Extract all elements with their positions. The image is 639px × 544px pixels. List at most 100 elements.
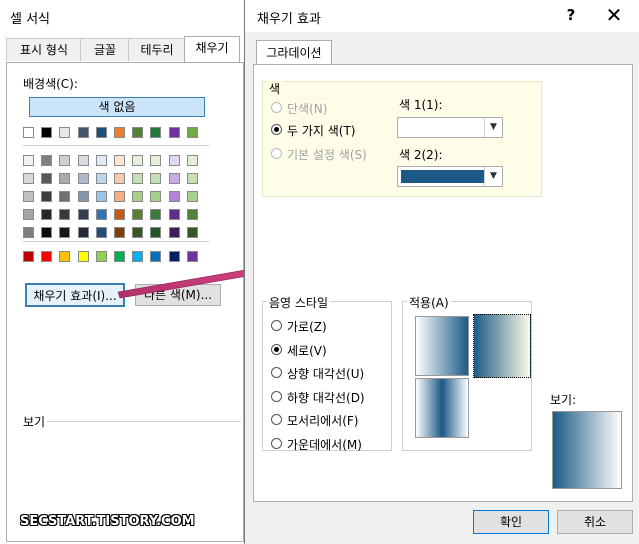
color-swatch[interactable] xyxy=(132,173,144,184)
color-swatch[interactable] xyxy=(59,227,71,238)
color-swatch[interactable] xyxy=(114,155,125,166)
close-button[interactable]: ✕ xyxy=(601,4,627,26)
sample-divider xyxy=(47,421,241,422)
color-swatch[interactable] xyxy=(150,191,162,202)
color-swatch[interactable] xyxy=(168,127,180,138)
color-swatch[interactable] xyxy=(168,155,180,166)
color-swatch[interactable] xyxy=(77,191,89,202)
color-swatch[interactable] xyxy=(77,251,89,262)
color-swatch[interactable] xyxy=(23,127,34,138)
color-swatch[interactable] xyxy=(132,227,144,238)
tab-number[interactable]: 표시 형식 xyxy=(6,38,82,61)
color-swatch[interactable] xyxy=(168,227,180,238)
ok-button[interactable]: 확인 xyxy=(473,510,549,534)
color-swatch[interactable] xyxy=(41,209,53,220)
shading-style-label: 가운데에서(M) xyxy=(287,437,362,452)
color-swatch[interactable] xyxy=(186,209,198,220)
color-swatch[interactable] xyxy=(59,191,71,202)
color-swatch[interactable] xyxy=(114,227,125,238)
color-swatch[interactable] xyxy=(168,191,180,202)
help-button[interactable]: ? xyxy=(561,4,581,26)
color-swatch[interactable] xyxy=(114,209,125,220)
variant-1[interactable] xyxy=(415,316,469,376)
shading-style-radio[interactable] xyxy=(271,320,282,331)
color-swatch[interactable] xyxy=(95,155,107,166)
color-swatch[interactable] xyxy=(23,251,34,262)
color-swatch[interactable] xyxy=(77,227,89,238)
no-color-button[interactable]: 색 없음 xyxy=(29,97,205,117)
color-swatch[interactable] xyxy=(41,173,53,184)
color-swatch[interactable] xyxy=(150,227,162,238)
tab-font[interactable]: 글꼴 xyxy=(80,38,130,61)
color-swatch[interactable] xyxy=(168,209,180,220)
color-swatch[interactable] xyxy=(168,173,180,184)
color-swatch[interactable] xyxy=(77,127,89,138)
color-swatch[interactable] xyxy=(41,155,53,166)
color-swatch[interactable] xyxy=(77,209,89,220)
color-swatch[interactable] xyxy=(150,127,162,138)
two-colors-radio[interactable] xyxy=(271,124,282,135)
color2-swatch xyxy=(401,170,485,183)
variant-2-selected[interactable] xyxy=(473,314,531,378)
color-swatch[interactable] xyxy=(23,155,34,166)
color-swatch[interactable] xyxy=(132,127,144,138)
shading-style-radio[interactable] xyxy=(271,367,282,378)
gradient-tab-panel: 색 단색(N) 두 가지 색(T) 기본 설정 색(S) 색 1(1): ▼ 색… xyxy=(253,64,633,502)
color-swatch[interactable] xyxy=(41,191,53,202)
title-bar: 채우기 효과 ? ✕ xyxy=(245,0,639,32)
color-swatch[interactable] xyxy=(186,173,198,184)
shading-style-radio[interactable] xyxy=(271,437,282,449)
color-swatch[interactable] xyxy=(77,173,89,184)
color-swatch[interactable] xyxy=(23,227,34,238)
color2-dropdown[interactable]: ▼ xyxy=(397,166,503,187)
cancel-button[interactable]: 취소 xyxy=(557,510,633,534)
shading-styles-group: 음영 스타일 가로(Z) 세로(V) 상향 대각선(U) 하향 대각선(D) 모서리에서… xyxy=(262,294,392,452)
color-swatch[interactable] xyxy=(41,127,53,138)
tab-border[interactable]: 테두리 xyxy=(128,38,186,61)
color-swatch[interactable] xyxy=(150,209,162,220)
color-swatch[interactable] xyxy=(150,173,162,184)
color-swatch[interactable] xyxy=(150,155,162,166)
color-swatch[interactable] xyxy=(59,173,71,184)
shading-style-radio[interactable] xyxy=(271,390,282,402)
color-swatch[interactable] xyxy=(23,209,34,220)
color-swatch[interactable] xyxy=(114,191,125,202)
variant-3[interactable] xyxy=(415,378,469,438)
color1-label: 색 1(1): xyxy=(399,98,443,112)
color-swatch[interactable] xyxy=(114,127,125,138)
color-swatch[interactable] xyxy=(59,209,71,220)
color-swatch[interactable] xyxy=(132,209,144,220)
color-swatch[interactable] xyxy=(186,127,198,138)
color-swatch[interactable] xyxy=(41,251,53,262)
color-swatch[interactable] xyxy=(186,155,198,166)
shading-style-radio[interactable] xyxy=(271,414,282,425)
color2-label: 색 2(2): xyxy=(399,148,443,162)
color-swatch[interactable] xyxy=(132,155,144,166)
fill-effects-dialog: 채우기 효과 ? ✕ 그라데이션 색 단색(N) 두 가지 색(T) 기본 설정… xyxy=(244,0,639,544)
color-swatch[interactable] xyxy=(186,227,198,238)
color-swatch[interactable] xyxy=(95,209,107,220)
tab-fill[interactable]: 채우기 xyxy=(184,36,240,62)
shading-style-radio[interactable] xyxy=(271,343,282,355)
color-swatch[interactable] xyxy=(59,251,71,262)
one-color-radio[interactable] xyxy=(271,102,282,113)
color-swatch[interactable] xyxy=(23,191,34,202)
variants-group: 적용(A) xyxy=(402,294,532,451)
color-swatch[interactable] xyxy=(41,227,53,238)
radio-dot xyxy=(274,346,279,352)
color1-dropdown[interactable]: ▼ xyxy=(397,117,503,138)
color-swatch[interactable] xyxy=(114,173,125,184)
color-swatch[interactable] xyxy=(95,227,107,238)
color-swatch[interactable] xyxy=(132,191,144,202)
color-swatch[interactable] xyxy=(23,173,34,184)
preset-radio[interactable] xyxy=(271,148,282,159)
color-swatch[interactable] xyxy=(77,155,89,166)
color-swatch[interactable] xyxy=(95,127,107,138)
color-swatch[interactable] xyxy=(186,191,198,202)
color-swatch[interactable] xyxy=(59,127,71,138)
tab-gradient[interactable]: 그라데이션 xyxy=(256,40,332,65)
color-swatch[interactable] xyxy=(59,155,71,166)
color-swatch[interactable] xyxy=(95,173,107,184)
color-swatch[interactable] xyxy=(95,191,107,202)
dialog-title: 채우기 효과 xyxy=(257,12,321,27)
